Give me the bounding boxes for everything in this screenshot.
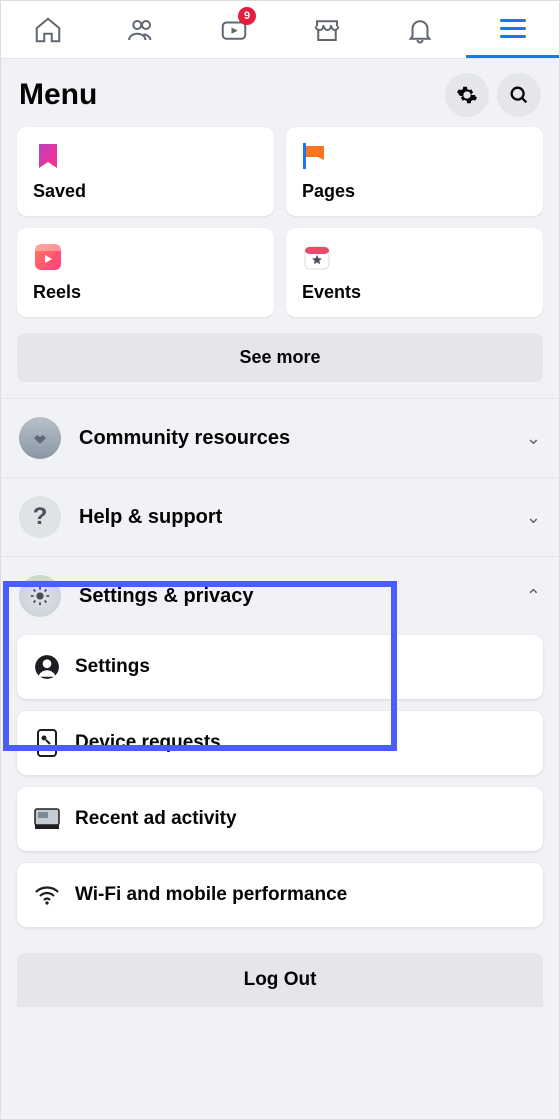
marketplace-icon (312, 15, 342, 45)
tab-watch[interactable]: 9 (187, 1, 280, 58)
shortcut-tiles: Saved Pages Reels Events (1, 127, 559, 333)
wifi-icon (33, 881, 61, 909)
chevron-down-icon: ⌄ (526, 428, 541, 449)
logout-button[interactable]: Log Out (17, 953, 543, 1007)
help-icon: ? (19, 496, 61, 538)
reels-icon (33, 242, 63, 272)
tile-label: Reels (33, 282, 258, 303)
pages-icon (302, 141, 332, 171)
section-label: Settings & privacy (79, 585, 508, 608)
section-help-support[interactable]: ? Help & support ⌄ (1, 477, 559, 556)
tile-label: Saved (33, 181, 258, 202)
device-icon (33, 729, 61, 757)
tab-marketplace[interactable] (280, 1, 373, 58)
subitem-device-requests[interactable]: Device requests (17, 711, 543, 775)
subitem-label: Settings (75, 656, 150, 678)
tab-home[interactable] (1, 1, 94, 58)
settings-gear-button[interactable] (445, 73, 489, 117)
person-gear-icon (33, 653, 61, 681)
tab-menu[interactable] (466, 1, 559, 58)
subitem-settings[interactable]: Settings (17, 635, 543, 699)
subitem-wifi-mobile-performance[interactable]: Wi-Fi and mobile performance (17, 863, 543, 927)
search-icon (508, 84, 530, 106)
subitem-label: Wi-Fi and mobile performance (75, 884, 347, 906)
settings-privacy-sublist: Settings Device requests Recent ad activ… (1, 635, 559, 941)
tile-pages[interactable]: Pages (286, 127, 543, 216)
tab-notifications[interactable] (373, 1, 466, 58)
subitem-label: Recent ad activity (75, 808, 237, 830)
saved-icon (33, 141, 63, 171)
gear-icon (456, 84, 478, 106)
see-more-button[interactable]: See more (17, 333, 543, 382)
friends-icon (126, 15, 156, 45)
menu-icon (500, 19, 526, 38)
tile-reels[interactable]: Reels (17, 228, 274, 317)
tab-friends[interactable] (94, 1, 187, 58)
tile-saved[interactable]: Saved (17, 127, 274, 216)
section-settings-privacy[interactable]: Settings & privacy ⌃ (1, 556, 559, 635)
home-icon (33, 15, 63, 45)
gear-icon (19, 575, 61, 617)
subitem-label: Device requests (75, 732, 221, 754)
chevron-up-icon: ⌃ (526, 586, 541, 607)
watch-badge: 9 (238, 7, 256, 25)
search-button[interactable] (497, 73, 541, 117)
section-label: Community resources (79, 427, 508, 450)
section-label: Help & support (79, 506, 508, 529)
menu-header: Menu (1, 59, 559, 127)
handshake-icon (19, 417, 61, 459)
top-nav: 9 (1, 1, 559, 59)
chevron-down-icon: ⌄ (526, 507, 541, 528)
ad-activity-icon (33, 805, 61, 833)
bell-icon (405, 15, 435, 45)
page-title: Menu (19, 78, 437, 112)
tile-events[interactable]: Events (286, 228, 543, 317)
tile-label: Pages (302, 181, 527, 202)
events-icon (302, 242, 332, 272)
section-community-resources[interactable]: Community resources ⌄ (1, 398, 559, 477)
subitem-recent-ad-activity[interactable]: Recent ad activity (17, 787, 543, 851)
tile-label: Events (302, 282, 527, 303)
